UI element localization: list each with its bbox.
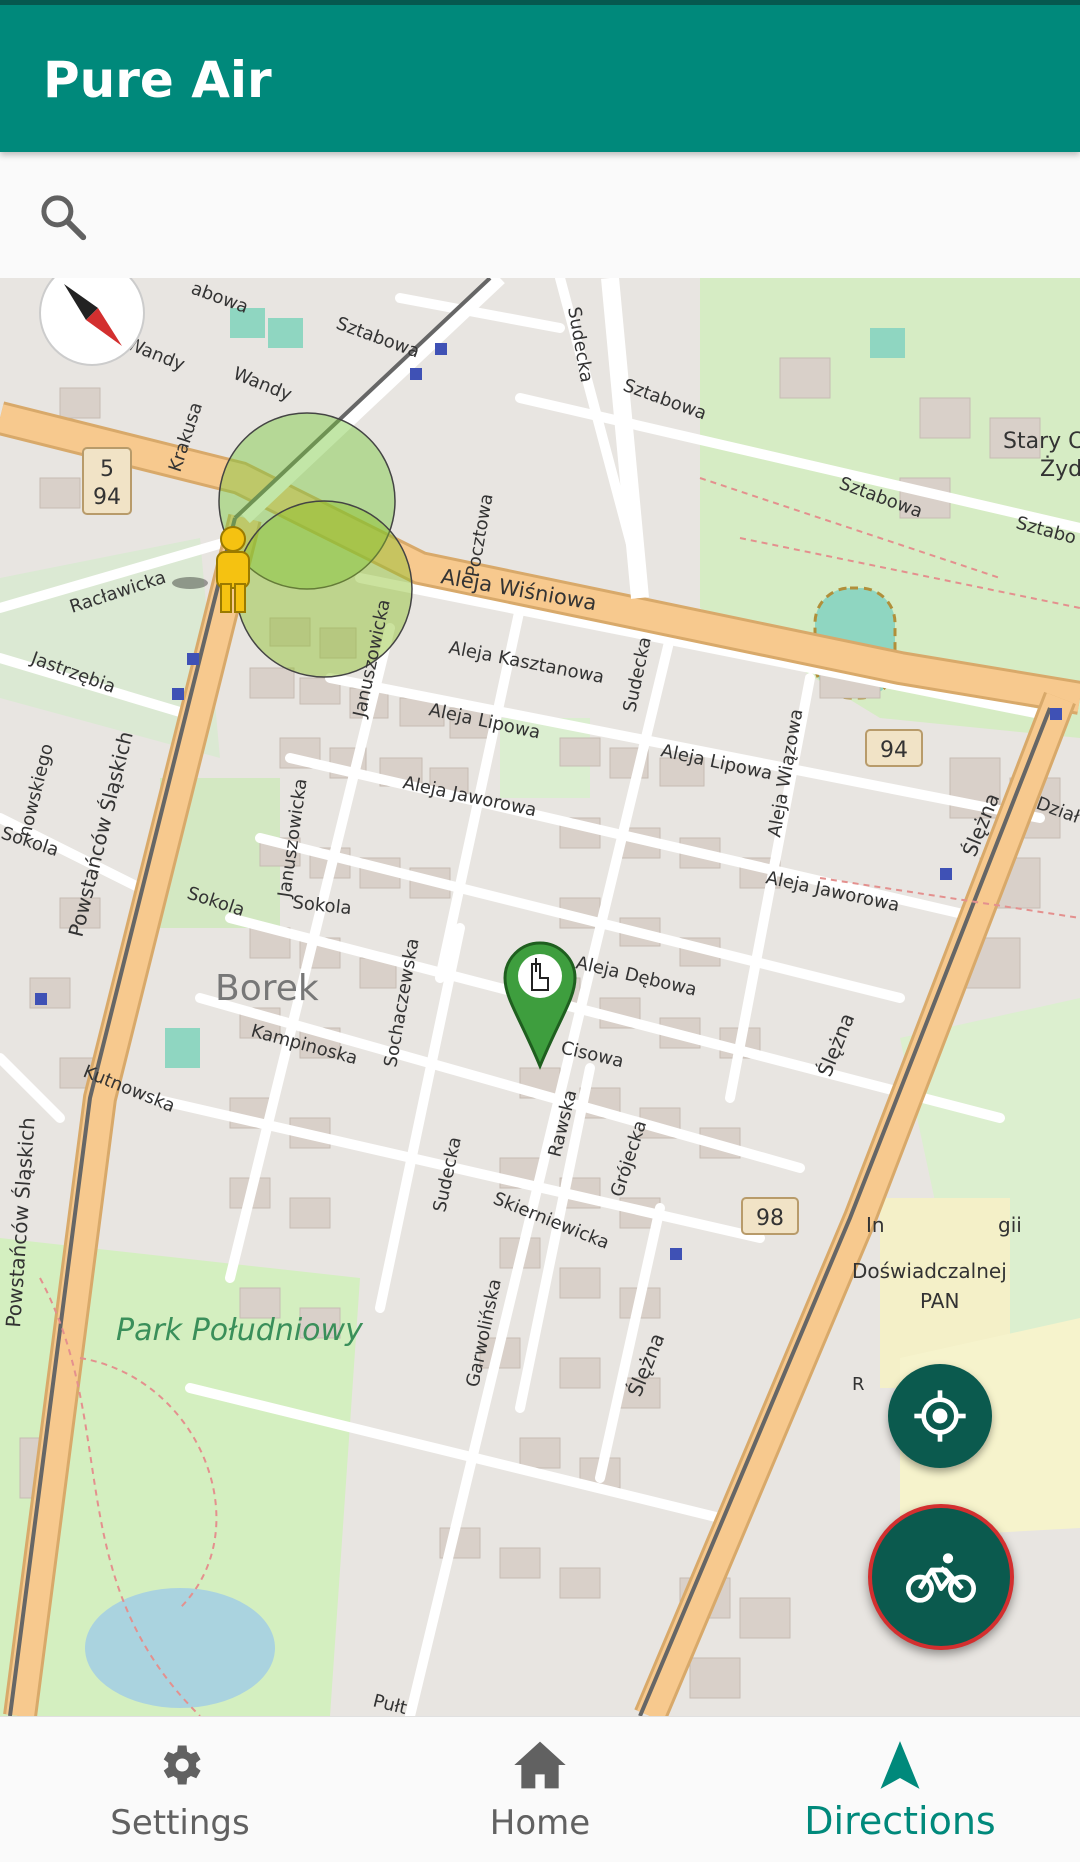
route-94-label-east: 94 [880, 738, 908, 763]
navigation-arrow-icon [880, 1741, 920, 1789]
nav-directions[interactable]: Directions [720, 1717, 1080, 1862]
map-canvas[interactable]: 5 94 94 98 Aleja Wiśniowa Aleja Kasztano… [0, 278, 1080, 1716]
label-stary-2: Żyd [1040, 456, 1080, 482]
app-bar: Pure Air [0, 0, 1080, 152]
map-view[interactable]: 5 94 94 98 Aleja Wiśniowa Aleja Kasztano… [0, 278, 1080, 1716]
home-icon [514, 1741, 566, 1789]
label-pan: PAN [920, 1289, 959, 1313]
label-stary-1: Stary C [1003, 429, 1080, 454]
gear-icon [163, 1745, 201, 1785]
label-instytut-2: gii [998, 1213, 1022, 1237]
label-borek: Borek [215, 968, 319, 1009]
bike-route-button[interactable] [868, 1504, 1014, 1650]
route-98-label: 98 [756, 1206, 784, 1231]
nav-home-label: Home [489, 1803, 591, 1843]
label-park: Park Południowy [116, 1313, 364, 1348]
nav-settings[interactable]: Settings [0, 1717, 360, 1862]
my-location-button[interactable] [888, 1364, 992, 1468]
bicycle-icon [906, 1553, 976, 1603]
gps-fixed-icon [914, 1390, 966, 1442]
route-5-label: 5 [100, 457, 114, 482]
search-input[interactable] [110, 188, 1010, 244]
route-94-label: 94 [93, 485, 121, 510]
nav-home[interactable]: Home [360, 1717, 720, 1862]
label-doswiadczalnej: Doświadczalnej [852, 1259, 1007, 1283]
app-title: Pure Air [43, 51, 272, 109]
nav-directions-label: Directions [804, 1799, 996, 1843]
bottom-navigation: Settings Home Directions [0, 1716, 1080, 1862]
nav-settings-label: Settings [110, 1803, 250, 1843]
label-partial-r: R [852, 1374, 865, 1395]
label-instytut-1: In [866, 1213, 885, 1237]
search-icon[interactable] [36, 190, 90, 244]
